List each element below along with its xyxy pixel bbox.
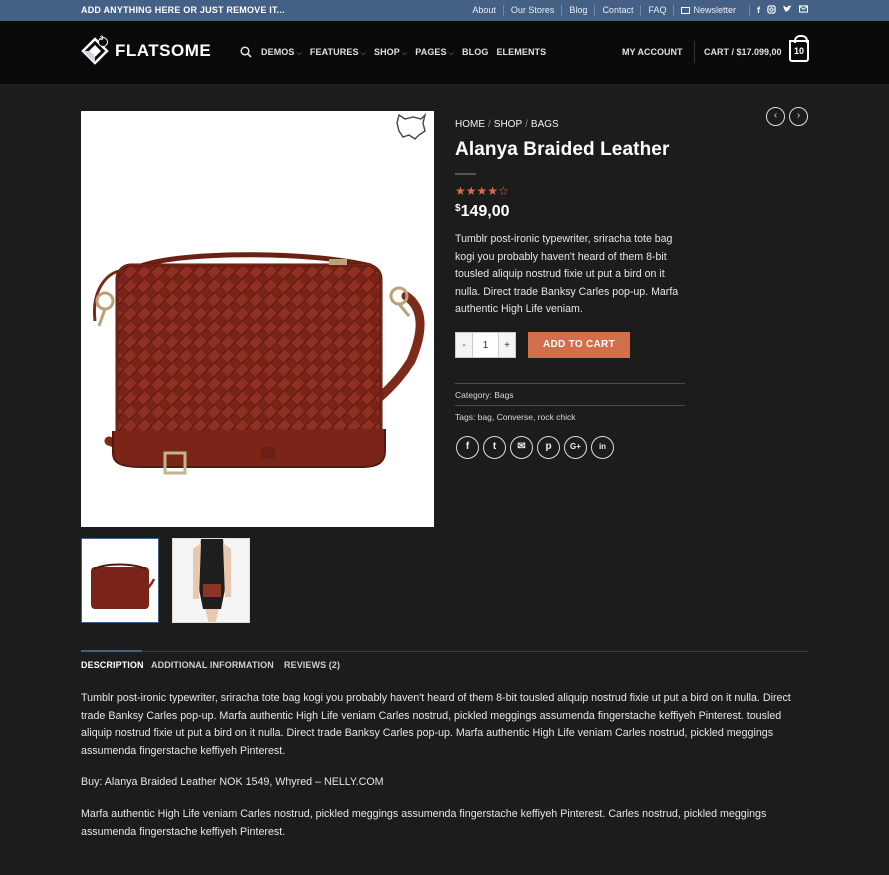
thumbnail-model-image xyxy=(173,539,249,622)
active-tab-indicator xyxy=(81,650,142,652)
email-icon[interactable]: ✉ xyxy=(510,436,533,459)
chevron-left-icon: ‹ xyxy=(773,110,778,121)
logo-badge: 3 xyxy=(100,36,104,42)
meta-divider xyxy=(455,383,685,384)
breadcrumb-bags[interactable]: BAGS xyxy=(531,119,559,130)
nav-label: DEMOS xyxy=(261,46,295,57)
top-bar: ADD ANYTHING HERE OR JUST REMOVE IT... A… xyxy=(0,0,889,21)
tab-reviews[interactable]: REVIEWS (2) xyxy=(284,660,340,670)
product-nav-arrows: ‹ › xyxy=(766,107,808,126)
chevron-right-icon: › xyxy=(796,110,801,121)
social-links: f xyxy=(749,4,809,17)
nav-pages[interactable]: PAGES ⌵ xyxy=(415,47,454,58)
description-paragraph-2: Buy: Alanya Braided Leather NOK 1549, Wh… xyxy=(81,776,384,788)
description-paragraph-1: Tumblr post-ironic typewriter, sriracha … xyxy=(81,692,791,757)
email-icon[interactable] xyxy=(799,5,809,16)
star-icon: ★ xyxy=(455,184,466,198)
cart-count-icon[interactable]: 10 xyxy=(789,35,809,62)
breadcrumb-home[interactable]: HOME xyxy=(455,119,485,130)
main-header: 3 FLATSOME DEMOS ⌵ FEATURES ⌵ SHOP ⌵ PAGES ⌵… xyxy=(0,21,889,84)
thumbnail-bag-image xyxy=(82,539,158,622)
quantity-input[interactable]: 1 xyxy=(473,332,498,358)
price-amount: 149,00 xyxy=(460,203,510,220)
thumbnail-model[interactable] xyxy=(172,538,250,623)
twitter-icon[interactable] xyxy=(783,5,792,16)
site-logo[interactable]: 3 FLATSOME xyxy=(81,36,212,65)
product-tags[interactable]: Tags: bag, Converse, rock chick xyxy=(455,412,575,422)
nav-elements[interactable]: ELEMENTS xyxy=(496,47,546,57)
thumbnail-bag[interactable] xyxy=(81,538,159,623)
star-icon: ★ xyxy=(465,184,477,198)
facebook-icon[interactable]: f xyxy=(456,436,479,459)
nav-shop[interactable]: SHOP ⌵ xyxy=(374,47,407,58)
quantity-plus-button[interactable]: + xyxy=(498,332,516,358)
top-link-blog[interactable]: Blog xyxy=(561,5,594,16)
chevron-down-icon: ⌵ xyxy=(448,49,455,57)
product-title: Alanya Braided Leather xyxy=(455,139,670,160)
product-price: $149,00 xyxy=(455,203,510,221)
nav-label: PAGES xyxy=(415,46,447,57)
tabs-divider xyxy=(81,651,808,652)
share-icons: f t ✉ p G+ in xyxy=(456,436,614,459)
breadcrumb: HOME / SHOP / BAGS xyxy=(455,119,559,130)
product-category[interactable]: Category: Bags xyxy=(455,390,514,400)
top-link-faq[interactable]: FAQ xyxy=(640,5,673,16)
logo-text: FLATSOME xyxy=(115,41,212,60)
chevron-down-icon: ⌵ xyxy=(360,49,366,57)
newsletter-label: Newsletter xyxy=(693,5,736,15)
breadcrumb-separator: / xyxy=(488,119,491,130)
quantity-minus-button[interactable]: - xyxy=(455,332,473,358)
nav-label: FEATURES xyxy=(309,46,359,57)
google-plus-icon[interactable]: G+ xyxy=(564,436,587,459)
nav-label: SHOP xyxy=(373,46,400,57)
handbag-image xyxy=(81,111,434,527)
search-icon[interactable] xyxy=(240,46,252,58)
header-divider xyxy=(694,41,695,63)
tab-additional-information[interactable]: ADDITIONAL INFORMATION xyxy=(151,660,274,670)
meta-divider xyxy=(455,405,685,406)
description-paragraph-3: Marfa authentic High Life veniam Carles … xyxy=(81,808,767,838)
chevron-down-icon: ⌵ xyxy=(401,49,408,57)
logo-mark-icon xyxy=(81,37,109,65)
cart-link[interactable]: CART / $17.099,00 xyxy=(704,47,782,57)
star-rating[interactable]: ★★★★☆ xyxy=(455,184,509,198)
envelope-icon xyxy=(681,7,691,14)
quantity-stepper: - 1 + xyxy=(455,332,516,358)
next-product-button[interactable]: › xyxy=(789,107,808,126)
linkedin-icon[interactable]: in xyxy=(591,436,614,459)
promo-text: ADD ANYTHING HERE OR JUST REMOVE IT... xyxy=(81,5,285,15)
instagram-icon[interactable] xyxy=(767,4,776,17)
my-account-link[interactable]: MY ACCOUNT xyxy=(622,47,683,57)
previous-product-button[interactable]: ‹ xyxy=(766,107,785,126)
top-link-our-stores[interactable]: Our Stores xyxy=(502,5,562,16)
star-icon: ★ xyxy=(487,184,499,198)
product-main-image[interactable] xyxy=(81,111,434,527)
breadcrumb-shop[interactable]: SHOP xyxy=(494,119,522,130)
top-links: About Our Stores Blog Contact FAQ Newsle… xyxy=(465,0,809,21)
main-nav: DEMOS ⌵ FEATURES ⌵ SHOP ⌵ PAGES ⌵ BLOG ELEME… xyxy=(240,46,554,58)
nav-features[interactable]: FEATURES ⌵ xyxy=(310,47,366,58)
tab-description[interactable]: DESCRIPTION xyxy=(81,660,144,670)
top-link-about[interactable]: About xyxy=(465,5,503,16)
short-description: Tumblr post-ironic typewriter, sriracha … xyxy=(455,233,679,315)
top-link-contact[interactable]: Contact xyxy=(594,5,640,16)
nav-demos[interactable]: DEMOS ⌵ xyxy=(261,47,302,58)
add-to-cart-button[interactable]: ADD TO CART xyxy=(528,332,630,358)
star-empty-icon: ☆ xyxy=(498,184,509,198)
chevron-down-icon: ⌵ xyxy=(296,49,302,57)
breadcrumb-separator: / xyxy=(525,119,528,130)
star-icon: ★ xyxy=(476,184,488,198)
twitter-icon[interactable]: t xyxy=(483,436,506,459)
facebook-icon[interactable]: f xyxy=(757,5,760,16)
title-divider xyxy=(455,173,476,175)
newsletter-link[interactable]: Newsletter xyxy=(673,5,743,16)
nav-blog[interactable]: BLOG xyxy=(462,47,488,57)
pinterest-icon[interactable]: p xyxy=(537,436,560,459)
